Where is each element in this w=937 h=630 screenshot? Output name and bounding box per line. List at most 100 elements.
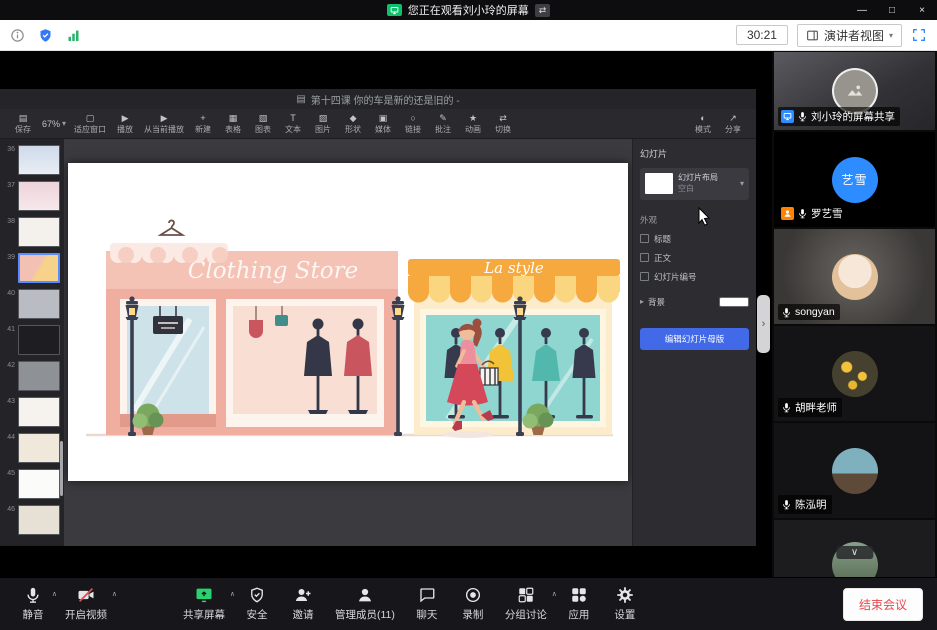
breakout-rooms-button[interactable]: 分组讨论 ∧: [496, 586, 556, 622]
participant-tile[interactable]: 陈泓明: [774, 423, 935, 518]
ppt-toolbar-animation[interactable]: ★动画: [458, 113, 488, 135]
maximize-button[interactable]: □: [877, 0, 907, 20]
ppt-toolbar-shape[interactable]: ◆形状: [338, 113, 368, 135]
switch-screen-button[interactable]: ⇄: [535, 4, 551, 17]
slide-thumbnail[interactable]: 46: [2, 505, 60, 535]
checkbox-slide-number[interactable]: 幻灯片编号: [640, 271, 749, 283]
ppt-toolbar-share[interactable]: ↗分享: [718, 113, 748, 135]
background-row[interactable]: ▸ 背景: [640, 296, 749, 308]
caret-down-icon: ▾: [889, 31, 893, 40]
mute-button[interactable]: 静音 ∧: [10, 586, 56, 622]
window-titlebar: 您正在观看刘小玲的屏幕 ⇄ — □ ×: [0, 0, 937, 20]
meeting-window: 您正在观看刘小玲的屏幕 ⇄ — □ × 30:21 演讲者视图 ▾: [0, 0, 937, 630]
slide-thumbnail[interactable]: 38: [2, 217, 60, 247]
ppt-zoom-control[interactable]: 67%▾: [38, 119, 70, 129]
left-store: Clothing Store: [106, 220, 398, 435]
screen-share-indicator-icon: [387, 4, 402, 16]
host-badge-icon: [781, 207, 794, 220]
participant-tile-partial[interactable]: ∨: [774, 520, 935, 577]
ppt-toolbar-save[interactable]: ▤保存: [8, 113, 38, 135]
participant-name-label: songyan: [778, 304, 840, 320]
ppt-toolbar-mode[interactable]: ◐模式: [688, 113, 718, 135]
security-button[interactable]: 安全: [234, 586, 280, 622]
slide-design-panel: 幻灯片 幻灯片布局 空白 ▾ 外观 标题 正文 幻灯片编号: [632, 139, 756, 546]
chat-icon: [418, 586, 436, 604]
network-signal-icon[interactable]: [66, 28, 81, 43]
settings-button[interactable]: 设置: [602, 586, 648, 622]
slide-thumbnail[interactable]: 41: [2, 325, 60, 355]
slide-thumbnail[interactable]: 43: [2, 397, 60, 427]
end-meeting-button[interactable]: 结束会议: [843, 588, 923, 621]
ppt-toolbar-play-current[interactable]: ▶从当前播放: [140, 113, 188, 135]
slide-layout-selector[interactable]: 幻灯片布局 空白 ▾: [640, 168, 749, 200]
breakout-icon: [517, 586, 535, 604]
start-video-button[interactable]: 开启视频 ∧: [56, 586, 116, 622]
caret-down-icon: ▾: [740, 179, 744, 188]
checkbox-icon: [640, 253, 649, 262]
chat-button[interactable]: 聊天: [404, 586, 450, 622]
mic-icon: [797, 111, 808, 122]
mic-icon: [797, 208, 808, 219]
ppt-toolbar-image[interactable]: ▨图片: [308, 113, 338, 135]
thumbnail-scrollbar[interactable]: [60, 441, 63, 496]
ppt-toolbar-comment[interactable]: ✎批注: [428, 113, 458, 135]
minimize-button[interactable]: —: [847, 0, 877, 20]
slide-thumbnail[interactable]: 36: [2, 145, 60, 175]
mic-icon: [24, 586, 42, 604]
participant-tile[interactable]: songyan: [774, 229, 935, 324]
slide-thumbnail[interactable]: 42: [2, 361, 60, 391]
presentation-doc-title: 第十四课 你的车是新的还是旧的 -: [311, 92, 460, 107]
slide-canvas: Clothing Store: [64, 139, 632, 546]
participant-tile[interactable]: 艺雪 罗艺雪: [774, 132, 935, 227]
participant-name-label: 陈泓明: [778, 495, 832, 514]
edit-master-button[interactable]: 编辑幻灯片母版: [640, 328, 749, 350]
participant-tile-screen-share[interactable]: 刘小玲的屏幕共享: [774, 52, 935, 130]
participant-tile[interactable]: 胡畔老师: [774, 326, 935, 421]
checkbox-title[interactable]: 标题: [640, 233, 749, 245]
security-shield-icon[interactable]: [38, 28, 53, 43]
record-icon: [464, 586, 482, 604]
ppt-toolbar-chart[interactable]: ▧图表: [248, 113, 278, 135]
ppt-toolbar-media[interactable]: ▣媒体: [368, 113, 398, 135]
background-color-swatch[interactable]: [719, 297, 749, 307]
ppt-toolbar-table[interactable]: ▦表格: [218, 113, 248, 135]
participant-name-label: 刘小玲的屏幕共享: [778, 107, 900, 126]
ppt-toolbar-text[interactable]: T文本: [278, 113, 308, 135]
share-screen-button[interactable]: 共享屏幕 ∧: [174, 586, 234, 622]
store-sign-text-2: La style: [483, 259, 544, 277]
slide-thumbnail[interactable]: 45: [2, 469, 60, 499]
slide-thumbnail[interactable]: 37: [2, 181, 60, 211]
ppt-toolbar-link[interactable]: ○链接: [398, 113, 428, 135]
mic-icon: [781, 499, 792, 510]
meeting-infobar: 30:21 演讲者视图 ▾: [0, 20, 937, 51]
info-icon[interactable]: [10, 28, 25, 43]
ppt-toolbar-new[interactable]: +新建: [188, 113, 218, 135]
slide-thumbnail[interactable]: 44: [2, 433, 60, 463]
checkbox-body[interactable]: 正文: [640, 252, 749, 264]
invite-button[interactable]: 邀请: [280, 586, 326, 622]
ppt-toolbar-transition[interactable]: ⇄切换: [488, 113, 518, 135]
apps-icon: [570, 586, 588, 604]
close-button[interactable]: ×: [907, 0, 937, 20]
right-store: La style: [408, 259, 620, 435]
presentation-toolbar: ▤保存 67%▾ ▢适应窗口 ▶播放 ▶从当前播放 +新建 ▦表格 ▧图表 T文…: [0, 109, 756, 139]
ppt-toolbar-play[interactable]: ▶播放: [110, 113, 140, 135]
window-title: 您正在观看刘小玲的屏幕: [408, 2, 529, 18]
apps-button[interactable]: 应用: [556, 586, 602, 622]
share-screen-icon: [195, 586, 213, 604]
scroll-down-button[interactable]: ∨: [836, 546, 873, 559]
record-button[interactable]: 录制: [450, 586, 496, 622]
ppt-toolbar-fit[interactable]: ▢适应窗口: [70, 113, 110, 135]
avatar: [832, 254, 878, 300]
slide-thumbnail-selected[interactable]: 39: [2, 253, 60, 283]
slide-thumbnail[interactable]: 40: [2, 289, 60, 319]
appearance-label: 外观: [640, 214, 749, 226]
chevron-up-icon[interactable]: ∧: [112, 590, 117, 598]
manage-members-button[interactable]: 管理成员(11): [326, 586, 404, 622]
person-plus-icon: [294, 586, 312, 604]
view-mode-button[interactable]: 演讲者视图 ▾: [797, 24, 902, 47]
sidebar-collapse-handle[interactable]: ›: [757, 295, 770, 353]
current-slide[interactable]: Clothing Store: [68, 163, 628, 481]
fullscreen-icon[interactable]: [911, 27, 927, 43]
avatar: [832, 448, 878, 494]
